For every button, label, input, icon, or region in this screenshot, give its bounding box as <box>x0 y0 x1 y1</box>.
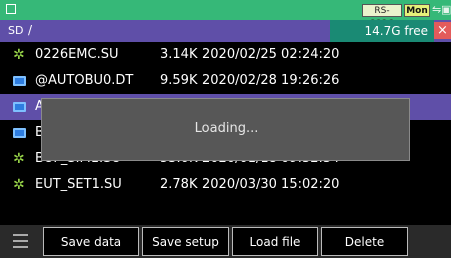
gear-icon: ✲ <box>13 151 25 167</box>
status-bar: RS-232C Mon ⇋ ▣ <box>0 0 451 29</box>
file-size: 2.78K <box>160 177 198 192</box>
file-size: 3.14K <box>160 47 198 62</box>
load-file-button[interactable]: Load file <box>232 227 318 256</box>
save-setup-button[interactable]: Save setup <box>142 227 229 256</box>
file-icon <box>13 76 26 86</box>
path-bar: SD / 14.7G free × <box>0 20 451 42</box>
menu-icon[interactable] <box>13 234 28 248</box>
file-row[interactable]: ✲ 0226EMC.SU 3.14K 2020/02/25 02:24:20 <box>0 42 451 68</box>
file-icon <box>13 128 26 138</box>
path-separator: / <box>28 23 33 37</box>
save-data-button[interactable]: Save data <box>43 227 139 256</box>
gear-icon: ✲ <box>13 47 25 63</box>
delete-button[interactable]: Delete <box>321 227 408 256</box>
toolbar: Save data Save setup Load file Delete <box>0 225 451 258</box>
lan-icon: ▣ <box>441 3 451 16</box>
rs232c-badge: RS-232C <box>362 4 402 29</box>
square-icon <box>6 4 16 14</box>
file-size: 9.59K <box>160 73 198 88</box>
file-name: @AUTOBU0.DT <box>35 73 134 88</box>
file-row[interactable]: @AUTOBU0.DT 9.59K 2020/02/28 19:26:26 <box>0 68 451 94</box>
mon-badge: Mon <box>404 4 430 17</box>
file-row[interactable]: ✲ EUT_SET1.SU 2.78K 2020/03/30 15:02:20 <box>0 172 451 198</box>
file-date: 2020/02/25 02:24:20 <box>202 47 340 62</box>
file-name: 0226EMC.SU <box>35 47 119 62</box>
close-button[interactable]: × <box>434 22 451 39</box>
file-name: EUT_SET1.SU <box>35 177 122 192</box>
file-date: 2020/02/28 19:26:26 <box>202 73 340 88</box>
loading-dialog: Loading... <box>41 98 410 161</box>
gear-icon: ✲ <box>13 177 25 193</box>
drive-label[interactable]: SD <box>8 24 23 37</box>
file-icon <box>13 102 26 112</box>
loading-message: Loading... <box>194 121 259 136</box>
file-date: 2020/03/30 15:02:20 <box>202 177 340 192</box>
free-space: 14.7G free <box>330 20 434 42</box>
usb-icon: ⇋ <box>432 3 442 16</box>
